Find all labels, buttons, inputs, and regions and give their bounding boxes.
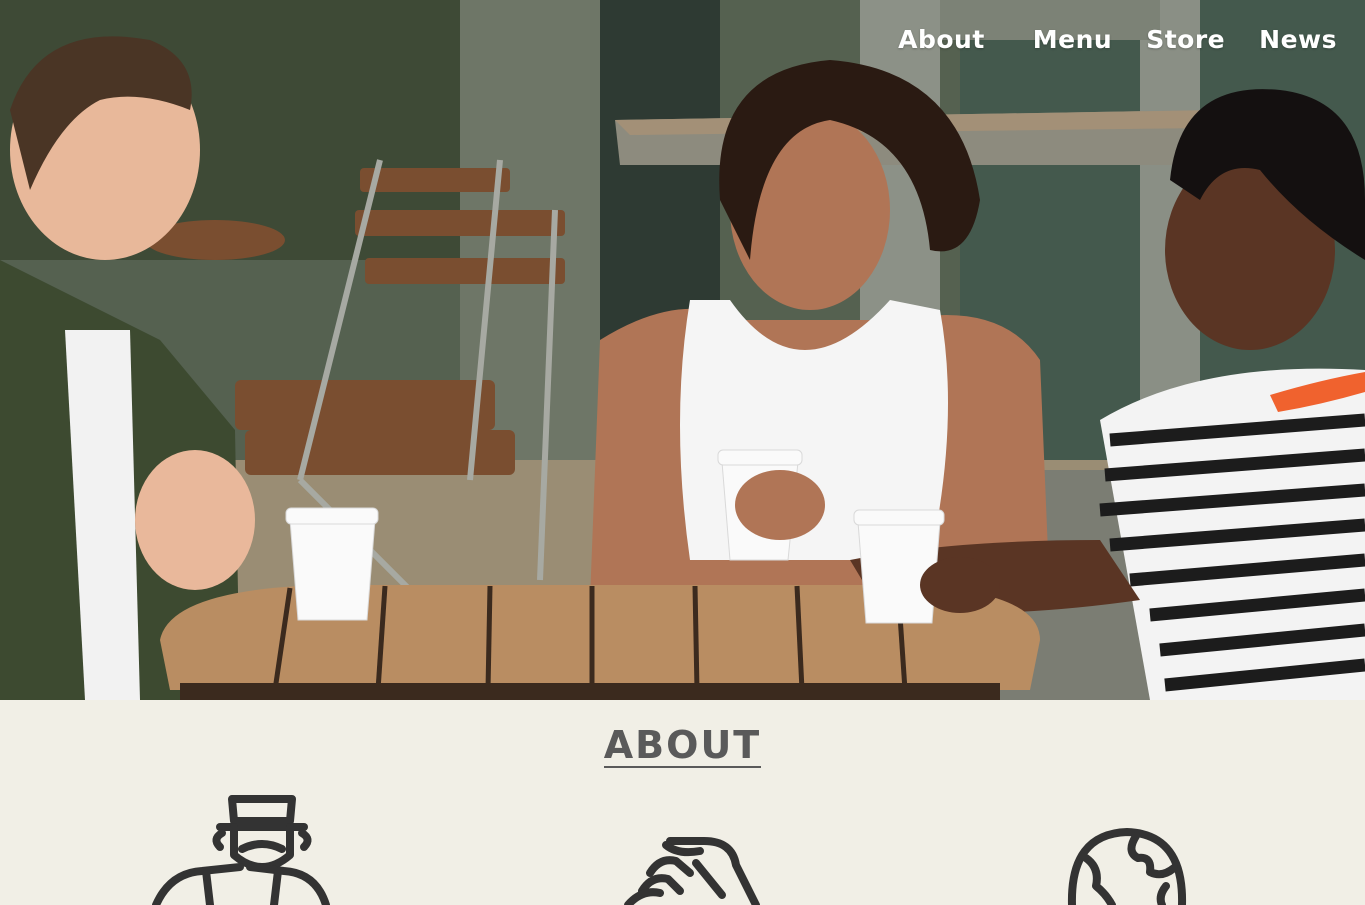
handshake-icon [624, 837, 760, 905]
barista-icon [152, 795, 330, 905]
globe-icon [1067, 828, 1187, 905]
about-heading: ABOUT [0, 724, 1365, 768]
about-section: ABOUT [0, 700, 1365, 905]
nav-link-menu[interactable]: Menu [1033, 22, 1112, 58]
hero-photo [0, 0, 1365, 700]
nav-link-store[interactable]: Store [1146, 22, 1225, 58]
hero-image [0, 0, 1365, 700]
nav-link-news[interactable]: News [1259, 22, 1337, 58]
about-heading-text: ABOUT [603, 723, 762, 768]
main-nav: About Menu Store News [898, 22, 1337, 58]
nav-link-about[interactable]: About [898, 22, 985, 58]
